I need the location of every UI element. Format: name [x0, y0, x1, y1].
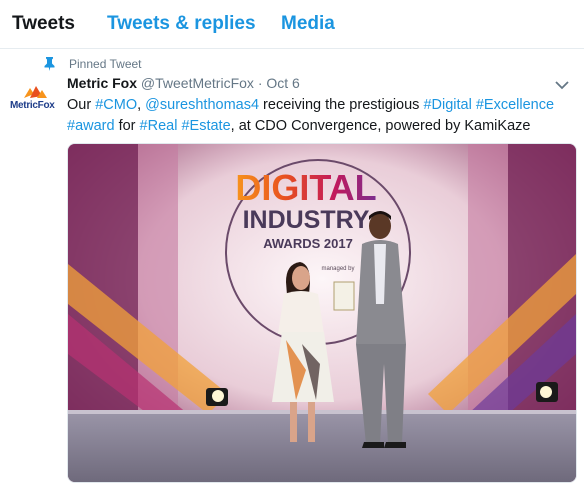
pinned-indicator: Pinned Tweet — [44, 56, 142, 72]
header-separator: · — [257, 75, 263, 91]
tweet-header: Metric Fox @TweetMetricFox · Oct 6 — [67, 75, 300, 91]
tweet-date[interactable]: Oct 6 — [266, 75, 299, 91]
hashtag-cmo[interactable]: #CMO — [95, 97, 137, 113]
author-handle[interactable]: @TweetMetricFox — [141, 75, 254, 91]
text-segment: receiving the prestigious — [259, 97, 424, 113]
award-plaque — [333, 281, 355, 311]
text-segment: for — [114, 118, 140, 134]
award-ceremony-photo: DIGITAL INDUSTRY AWARDS 2017 managed by — [68, 144, 576, 482]
hashtag-estate[interactable]: #Estate — [181, 118, 230, 134]
backdrop-subtitle: INDUSTRY — [243, 206, 370, 234]
profile-tabs: Tweets Tweets & replies Media — [0, 0, 584, 49]
pin-icon — [44, 57, 55, 71]
metricfox-logo — [24, 86, 47, 98]
chevron-down-icon[interactable] — [555, 80, 569, 90]
tab-tweets-replies[interactable]: Tweets & replies — [107, 13, 256, 35]
text-segment: , at CDO Convergence, powered by KamiKaz… — [230, 118, 531, 134]
avatar-text: MetricFox — [10, 100, 55, 111]
tweet-text: Our #CMO, @sureshthomas4 receiving the p… — [67, 95, 567, 137]
text-segment: Our — [67, 97, 96, 113]
pinned-label: Pinned Tweet — [69, 57, 142, 71]
hashtag-award[interactable]: #award — [67, 118, 115, 134]
hashtag-excellence[interactable]: #Excellence — [476, 97, 554, 113]
tweet-photo[interactable]: DIGITAL INDUSTRY AWARDS 2017 managed by — [67, 143, 577, 483]
tab-tweets[interactable]: Tweets — [12, 13, 75, 35]
hashtag-real[interactable]: #Real — [140, 118, 178, 134]
backdrop-managed: managed by — [321, 266, 354, 272]
avatar[interactable]: MetricFox — [10, 84, 60, 118]
backdrop-title: DIGITAL — [235, 167, 376, 208]
author-name[interactable]: Metric Fox — [67, 75, 137, 91]
mention-link[interactable]: @sureshthomas4 — [145, 97, 259, 113]
backdrop-awards: AWARDS 2017 — [263, 236, 353, 251]
tab-media[interactable]: Media — [281, 13, 335, 35]
text-segment: , — [137, 97, 146, 113]
hashtag-digital[interactable]: #Digital — [423, 97, 471, 113]
